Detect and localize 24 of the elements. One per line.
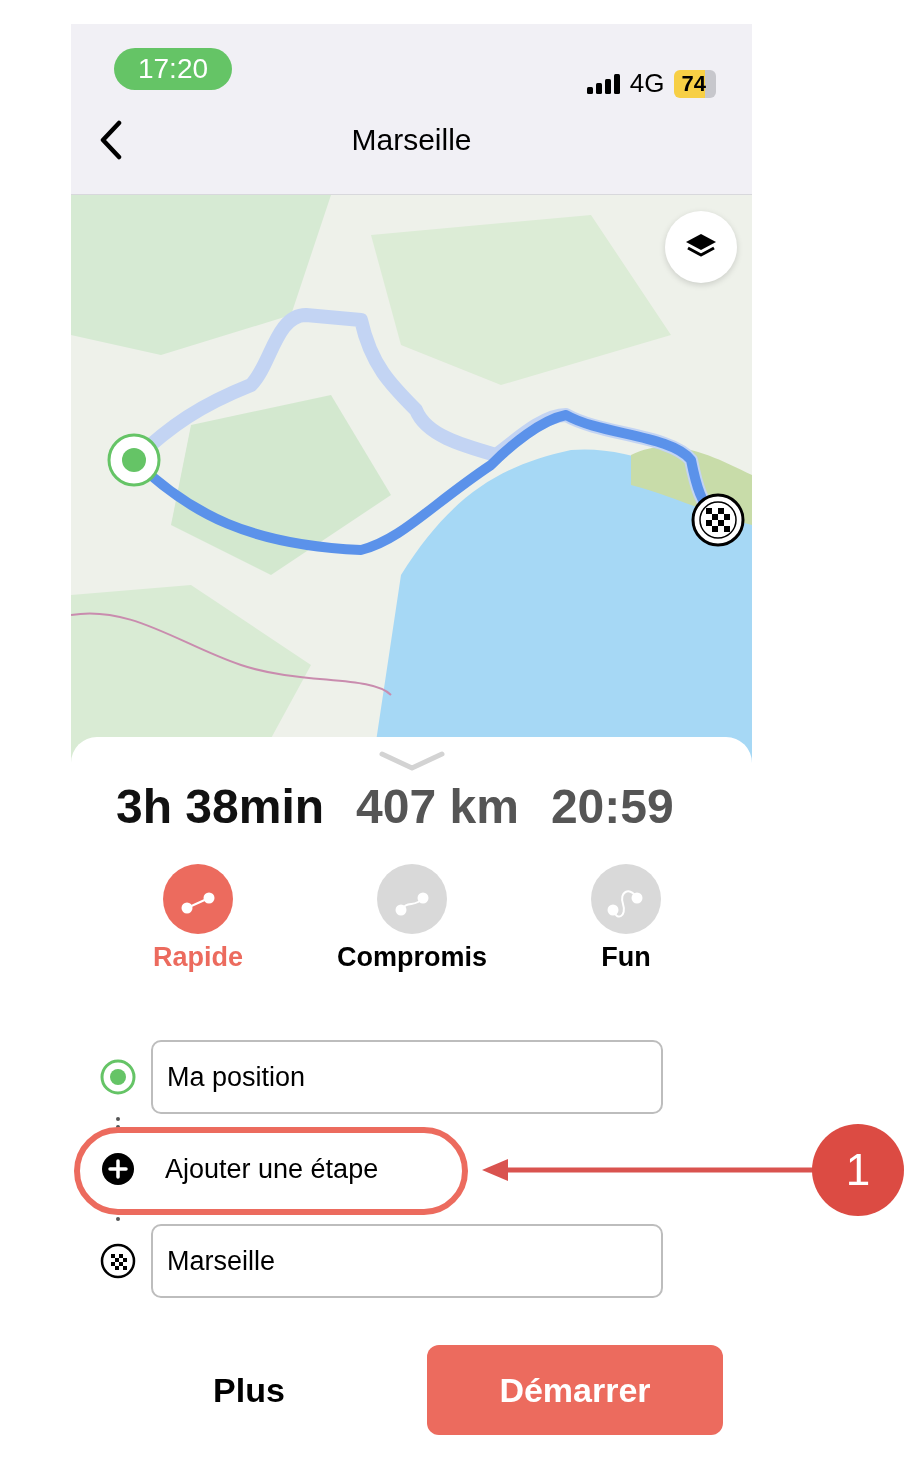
start-marker-icon (107, 433, 161, 487)
route-shape-icon (591, 864, 661, 934)
route-mode-tab[interactable]: Fun (519, 864, 733, 973)
trip-distance: 407 km (356, 779, 519, 834)
back-icon[interactable] (99, 120, 123, 160)
signal-icon (586, 73, 621, 94)
route-shape-icon (163, 864, 233, 934)
battery-indicator: 74 (673, 69, 716, 98)
start-point-icon (100, 1059, 136, 1095)
network-label: 4G (629, 68, 665, 99)
arrival-time: 20:59 (550, 779, 674, 834)
route-shape-icon (377, 864, 447, 934)
more-button[interactable]: Plus (71, 1370, 427, 1410)
trip-duration: 3h 38min (116, 779, 325, 834)
header-title: Marseille (351, 123, 472, 157)
destination-field[interactable]: Marseille (151, 1224, 663, 1298)
origin-field[interactable]: Ma position (151, 1040, 663, 1114)
add-stop-button[interactable]: Ajouter une étape (151, 1143, 379, 1195)
add-icon[interactable] (100, 1151, 136, 1187)
route-mode-tab[interactable]: Compromis (305, 864, 519, 973)
finish-flag-icon (691, 493, 745, 547)
callout-number: 1 (812, 1124, 904, 1216)
finish-flag-icon (100, 1243, 136, 1279)
status-time: 17:20 (114, 48, 232, 90)
